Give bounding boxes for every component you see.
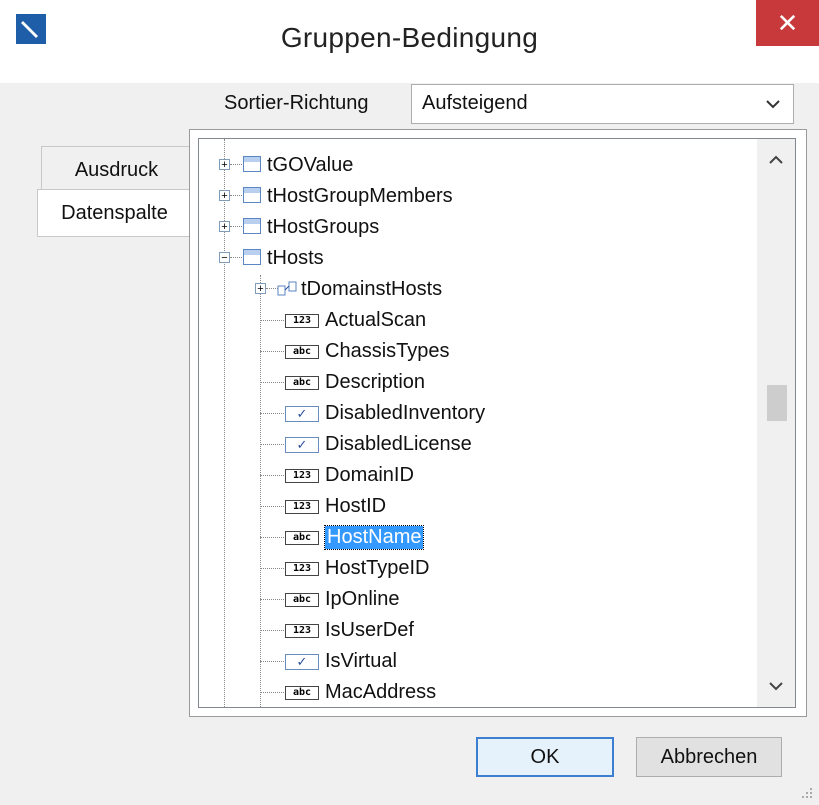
tree-relation-label: tDomainstHosts: [301, 278, 443, 300]
tree-field-label: IsUserDef: [325, 619, 414, 641]
tree-guide-line: [260, 413, 284, 414]
tree-field-row[interactable]: 123 DomainID: [199, 461, 759, 492]
numeric-type-icon: 123: [285, 314, 319, 328]
tree-field-row[interactable]: ✓ DisabledLicense: [199, 430, 759, 461]
tree-field-row[interactable]: 123 ActualScan: [199, 306, 759, 337]
tree-field-row[interactable]: abc HostName: [199, 523, 759, 554]
tab-label: Ausdruck: [74, 159, 159, 181]
scrollbar-thumb[interactable]: [767, 385, 787, 421]
tree-field-row[interactable]: abc IpOnline: [199, 585, 759, 616]
tree-table-label: tHostGroupMembers: [267, 185, 453, 207]
tree-guide-line: [260, 320, 284, 321]
chevron-down-icon: [766, 100, 780, 109]
tree-field-label: DomainID: [325, 464, 414, 486]
tree-guide-line: [230, 226, 242, 227]
text-type-icon: abc: [285, 686, 319, 700]
sort-direction-label: Sortier-Richtung: [224, 92, 369, 114]
text-type-icon: abc: [285, 531, 319, 545]
tree-table-label: tHostGroups: [267, 216, 380, 238]
relation-icon: [277, 281, 297, 296]
tree-field-label: MacAddress: [325, 681, 437, 703]
tree-table-row[interactable]: − tHosts: [199, 244, 759, 275]
text-type-icon: abc: [285, 593, 319, 607]
tree-field-label: DisabledInventory: [325, 402, 486, 424]
tree-field-label: ActualScan: [325, 309, 427, 331]
tree-table-row[interactable]: + tGOValue: [199, 151, 759, 182]
numeric-type-icon: 123: [285, 562, 319, 576]
text-type-icon: abc: [285, 345, 319, 359]
expand-icon[interactable]: +: [219, 190, 230, 202]
sort-direction-value: Aufsteigend: [422, 92, 528, 114]
dialog-window: Gruppen-Bedingung ✕ Sortier-Richtung Auf…: [0, 0, 819, 805]
tree-guide-line: [230, 257, 242, 258]
tree-guide-line: [260, 630, 284, 631]
column-tree[interactable]: + tGOValue + tHostGroupMembers + tHostGroups −…: [198, 138, 796, 708]
tree-field-label: ChassisTypes: [325, 340, 450, 362]
tree-field-label: Description: [325, 371, 426, 393]
tree-table-row[interactable]: + tHostGroupMembers: [199, 182, 759, 213]
tree-field-label: HostName: [323, 525, 425, 550]
table-icon: [243, 249, 261, 265]
tree-guide-line: [260, 568, 284, 569]
expand-icon[interactable]: +: [219, 159, 230, 171]
tree-field-label: HostID: [325, 495, 387, 517]
tree-guide-line: [260, 661, 284, 662]
tree-guide-line: [260, 351, 284, 352]
tree-field-label: IpOnline: [325, 588, 400, 610]
boolean-type-icon: ✓: [285, 406, 319, 422]
tree-field-row[interactable]: abc ChassisTypes: [199, 337, 759, 368]
tree-guide-line: [260, 475, 284, 476]
expand-icon[interactable]: +: [219, 221, 230, 233]
tree-field-label: HostTypeID: [325, 557, 430, 579]
tree-guide-line: [260, 599, 284, 600]
tree-table-label: tHosts: [267, 247, 324, 269]
tab-label: Datenspalte: [61, 202, 168, 224]
tree-field-label: DisabledLicense: [325, 433, 472, 455]
window-title: Gruppen-Bedingung: [280, 22, 539, 53]
tree-guide-line: [230, 195, 242, 196]
numeric-type-icon: 123: [285, 624, 319, 638]
numeric-type-icon: 123: [285, 500, 319, 514]
text-type-icon: abc: [285, 376, 319, 390]
tree-table-label: tGOValue: [267, 154, 354, 176]
tree-table-row[interactable]: + tHostGroups: [199, 213, 759, 244]
collapse-icon[interactable]: −: [219, 252, 230, 264]
tree-guide-line: [260, 692, 284, 693]
tab-ausdruck[interactable]: Ausdruck: [41, 146, 191, 190]
tree-field-label: IsVirtual: [325, 650, 397, 672]
tree-field-row[interactable]: 123 HostID: [199, 492, 759, 523]
close-icon: ✕: [776, 8, 799, 38]
vertical-scrollbar[interactable]: [757, 139, 795, 707]
tree-guide-line: [260, 382, 284, 383]
cancel-button[interactable]: Abbrechen: [636, 737, 782, 777]
boolean-type-icon: ✓: [285, 654, 319, 670]
tab-datenspalte[interactable]: Datenspalte: [37, 189, 191, 237]
table-icon: [243, 218, 261, 234]
tree-field-row[interactable]: ✓ DisabledInventory: [199, 399, 759, 430]
tree-field-row[interactable]: abc MacAddress: [199, 678, 759, 707]
tree-guide-line: [230, 164, 242, 165]
resize-grip-icon[interactable]: [799, 785, 813, 799]
tree-panel: + tGOValue + tHostGroupMembers + tHostGroups −…: [189, 129, 807, 717]
tree-relation-row[interactable]: + tDomainstHosts: [199, 275, 759, 306]
tree-field-row[interactable]: 123 HostTypeID: [199, 554, 759, 585]
table-icon: [243, 187, 261, 203]
expand-icon[interactable]: +: [255, 283, 266, 295]
scroll-up-icon[interactable]: [765, 151, 787, 169]
close-button[interactable]: ✕: [756, 0, 819, 46]
title-bar[interactable]: Gruppen-Bedingung ✕: [0, 0, 819, 83]
ok-button[interactable]: OK: [476, 737, 614, 777]
tree-guide-line: [260, 537, 284, 538]
boolean-type-icon: ✓: [285, 437, 319, 453]
tree-field-row[interactable]: ✓ IsVirtual: [199, 647, 759, 678]
sort-direction-select[interactable]: Aufsteigend: [411, 84, 794, 124]
tree-guide-line: [260, 506, 284, 507]
table-icon: [243, 156, 261, 172]
numeric-type-icon: 123: [285, 469, 319, 483]
scroll-down-icon[interactable]: [765, 677, 787, 695]
tree-field-row[interactable]: abc Description: [199, 368, 759, 399]
tree-guide-line: [260, 444, 284, 445]
tree-field-row[interactable]: 123 IsUserDef: [199, 616, 759, 647]
